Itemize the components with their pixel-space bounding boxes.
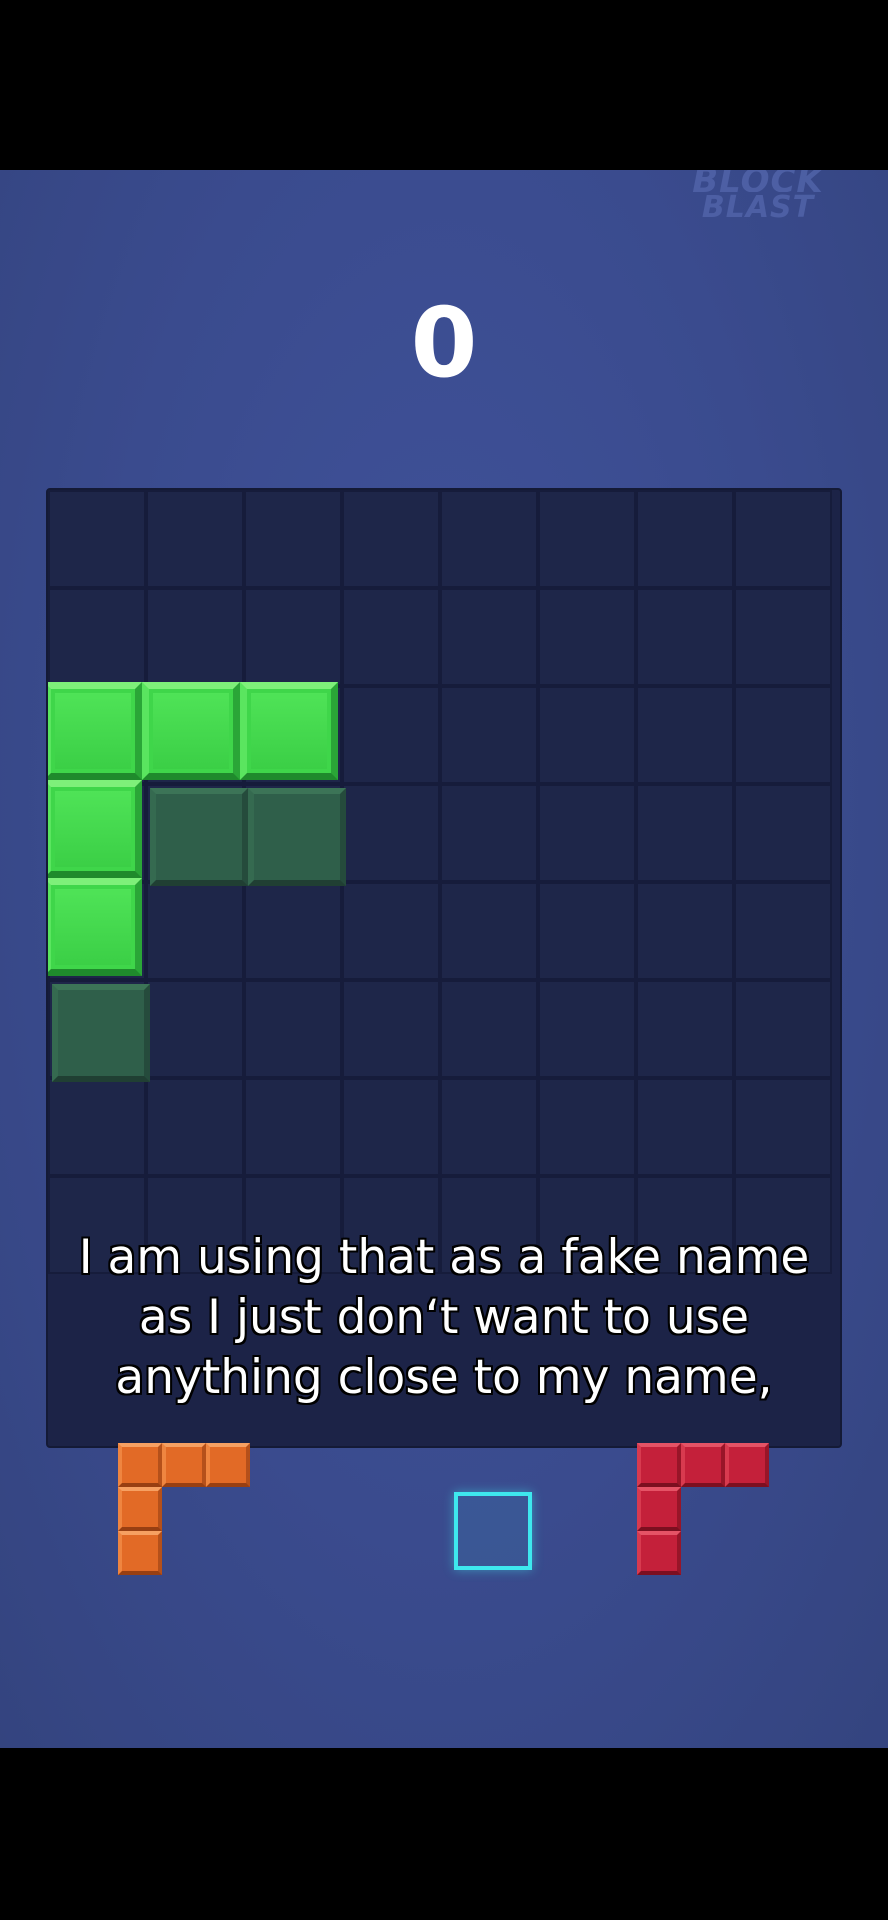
green-block[interactable]: [48, 878, 142, 976]
board-cell[interactable]: [146, 1078, 244, 1176]
board-cell[interactable]: [244, 882, 342, 980]
green-block[interactable]: [48, 780, 142, 878]
board-cell[interactable]: [440, 588, 538, 686]
logo-bottom-text: BLAST: [701, 190, 815, 225]
board-cell[interactable]: [734, 490, 832, 588]
board-cell[interactable]: [244, 1078, 342, 1176]
board-cell[interactable]: [244, 490, 342, 588]
red-block: [637, 1487, 681, 1531]
board-cell[interactable]: [636, 784, 734, 882]
orange-block: [118, 1487, 162, 1531]
board-cell[interactable]: [440, 686, 538, 784]
board-cell[interactable]: [440, 980, 538, 1078]
board-cell[interactable]: [538, 980, 636, 1078]
red-l-piece[interactable]: [637, 1443, 773, 1579]
board-cell[interactable]: [48, 588, 146, 686]
board-cell[interactable]: [342, 784, 440, 882]
orange-block: [206, 1443, 250, 1487]
board-cell[interactable]: [440, 784, 538, 882]
board-cell[interactable]: [440, 1078, 538, 1176]
board-cell[interactable]: [636, 588, 734, 686]
red-block: [637, 1443, 681, 1487]
board-cell[interactable]: [734, 980, 832, 1078]
board-cell[interactable]: [342, 490, 440, 588]
caption-line-3: anything close to my name,: [115, 1350, 773, 1405]
board-cell[interactable]: [636, 686, 734, 784]
placement-preview-block: [150, 788, 248, 886]
letterbox-bottom: [0, 1748, 888, 1920]
board-cell[interactable]: [342, 588, 440, 686]
board-cell[interactable]: [440, 490, 538, 588]
board-cell[interactable]: [538, 1078, 636, 1176]
orange-block: [162, 1443, 206, 1487]
orange-block: [118, 1531, 162, 1575]
caption-line-2: as I just don‘t want to use: [138, 1290, 750, 1345]
board-cell[interactable]: [342, 686, 440, 784]
caption-line-1: I am using that as a fake name: [78, 1230, 810, 1285]
orange-block: [118, 1443, 162, 1487]
red-block: [637, 1531, 681, 1575]
red-block: [681, 1443, 725, 1487]
empty-slot-marker: [454, 1492, 532, 1570]
board-cell[interactable]: [734, 882, 832, 980]
screen: BLOCK BLAST 0 I am using that as a fake …: [0, 0, 888, 1920]
board-cell[interactable]: [146, 882, 244, 980]
letterbox-top: [0, 0, 888, 170]
board-cell[interactable]: [734, 686, 832, 784]
board-cell[interactable]: [734, 588, 832, 686]
board-cell[interactable]: [538, 784, 636, 882]
board-cell[interactable]: [538, 686, 636, 784]
red-block: [725, 1443, 769, 1487]
board-cell[interactable]: [538, 490, 636, 588]
placement-preview-block: [52, 984, 150, 1082]
board-cell[interactable]: [440, 882, 538, 980]
board-cell[interactable]: [636, 882, 734, 980]
board-cell[interactable]: [342, 980, 440, 1078]
board-cell[interactable]: [636, 490, 734, 588]
placement-preview-block: [248, 788, 346, 886]
green-block[interactable]: [240, 682, 338, 780]
board-cell[interactable]: [734, 1078, 832, 1176]
board-cell[interactable]: [342, 1078, 440, 1176]
block-blast-logo: BLOCK BLAST: [678, 170, 838, 230]
green-block[interactable]: [142, 682, 240, 780]
board-cell[interactable]: [244, 588, 342, 686]
board-cell[interactable]: [342, 882, 440, 980]
board-cell[interactable]: [146, 490, 244, 588]
board-cell[interactable]: [538, 588, 636, 686]
board-cell[interactable]: [636, 1078, 734, 1176]
board-cell[interactable]: [146, 980, 244, 1078]
video-caption: I am using that as a fake name as I just…: [0, 1228, 888, 1408]
logo-top-text: BLOCK: [692, 170, 824, 192]
score-display: 0: [410, 287, 478, 399]
board-cell[interactable]: [636, 980, 734, 1078]
board-cell[interactable]: [734, 784, 832, 882]
game-area: BLOCK BLAST 0 I am using that as a fake …: [0, 170, 888, 1748]
board-cell[interactable]: [538, 882, 636, 980]
orange-l-piece[interactable]: [118, 1443, 254, 1579]
green-block[interactable]: [48, 682, 142, 780]
board-cell[interactable]: [146, 588, 244, 686]
board-cell[interactable]: [48, 490, 146, 588]
board-cell[interactable]: [244, 980, 342, 1078]
board-cell[interactable]: [48, 1078, 146, 1176]
